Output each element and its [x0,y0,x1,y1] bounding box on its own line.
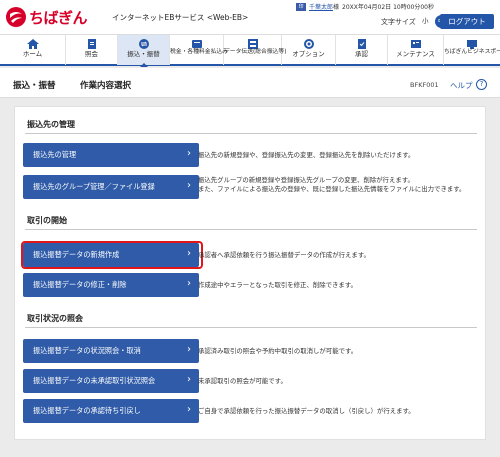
button-label: 振込先の管理 [33,150,77,159]
payee-group-desc: 振込先グループの新規登録や登録振込先グループの変更、削除が行えます。 [198,176,414,184]
data-icon [247,39,258,49]
pending-approval-withdraw-button[interactable]: 振込振替データの承認待ち引戻し › [23,399,199,423]
logo-mark-icon [5,6,27,28]
nav-item-tax[interactable]: 税金・各種料金払込み [170,35,228,65]
main-panel: 振込先の管理 振込先の管理 › 振込先の新規登録や、登録振込先の変更、登録振込先… [14,106,486,440]
nav-item-portal[interactable]: ちばぎんビジネスポータル [444,35,500,65]
user-info: 印 千葉太郎 様 20XX年04月02日 10時00分00秒 [296,2,434,11]
status-inquiry-cancel-button[interactable]: 振込振替データの状況照会・取消 › [23,339,199,363]
font-size-label: 文字サイズ [381,17,416,26]
chevron-right-icon: › [187,278,191,289]
page-title: 振込・振替 [13,81,56,91]
transfer-icon [138,39,149,49]
nav-item-data-transfer[interactable]: データ伝送(総合振込等) [224,35,287,65]
button-label: 振込振替データの新規作成 [33,250,120,259]
unapproved-inquiry-desc: 未承認取引の照会が可能です。 [198,377,287,385]
last-login: 20XX年04月02日 10時00分00秒 [342,4,434,11]
new-transfer-data-desc: 承認者へ承認依頼を行う振込振替データの作成が行えます。 [198,251,370,259]
nav-label: 税金・各種料金払込み [170,49,228,55]
payee-group-desc-2: また、ファイルによる振込先の登録や、既に登録した振込先情報をファイルに出力できま… [198,185,466,193]
nav-label: データ伝送(総合振込等) [224,49,287,55]
divider [25,133,477,134]
payee-management-button[interactable]: 振込先の管理 › [23,143,199,167]
logo-text: ちばぎん [29,8,88,27]
pending-approval-desc: ご自身で承認依頼を行った振込振替データの取消し（引戻し）が行えます。 [198,407,415,415]
option-icon [303,39,314,49]
nav-label: ホーム [22,50,43,58]
logout-button[interactable]: ログアウト [440,14,494,29]
user-name-link[interactable]: 千葉太郎 [309,2,333,11]
nav-item-maintenance[interactable]: メンテナンス [388,35,444,65]
font-size-small-button[interactable]: 小 [419,15,432,28]
nav-label: 承認 [355,50,368,58]
chevron-right-icon: › [187,374,191,385]
chevron-right-icon: › [187,404,191,415]
chevron-right-icon: › [187,148,191,159]
nav-label: メンテナンス [396,50,435,58]
button-label: 振込振替データの承認待ち引戻し [33,406,141,415]
document-icon [87,39,96,49]
status-inquiry-desc: 承認済み取引の照会や予約中取引の取消しが可能です。 [198,347,358,355]
button-label: 振込振替データの修正・削除 [33,280,127,289]
divider [25,327,477,328]
service-name: インターネットEBサービス <Web-EB> [112,13,249,22]
payee-group-file-button[interactable]: 振込先のグループ管理／ファイル登録 › [23,175,199,199]
nav-item-option[interactable]: オプション [282,35,336,65]
unapproved-inquiry-button[interactable]: 振込振替データの未承認取引状況照会 › [23,369,199,393]
nav-item-transfer[interactable]: 振込・振替 [118,35,170,65]
help-icon[interactable]: ? [476,79,487,90]
global-nav: ホーム 照会 振込・振替 税金・各種料金払込み データ伝送(総合振込等) オプシ… [0,34,500,66]
help-link[interactable]: ヘルプ [450,80,473,91]
user-suffix: 様 [333,4,340,11]
app-header: ちばぎん インターネットEBサービス <Web-EB> 印 千葉太郎 様 20X… [0,0,500,34]
screen-id: BFKF001 [410,81,439,89]
chevron-right-icon: › [187,180,191,191]
section-heading-payee: 振込先の管理 [27,120,75,129]
approval-icon [357,39,366,49]
nav-item-home[interactable]: ホーム [0,35,66,65]
edit-delete-transfer-data-button[interactable]: 振込振替データの修正・削除 › [23,273,199,297]
nav-label: ちばぎんビジネスポータル [444,49,500,55]
page-title-bar: 振込・振替 作業内容選択 BFKF001 ヘルプ ? [0,68,500,98]
button-label: 振込振替データの状況照会・取消 [33,346,141,355]
new-transfer-data-button[interactable]: 振込振替データの新規作成 › [23,243,199,267]
nav-item-approval[interactable]: 承認 [336,35,388,65]
chevron-right-icon: › [187,248,191,259]
payee-management-desc: 振込先の新規登録や、登録振込先の変更、登録振込先を削除いただけます。 [198,151,415,159]
nav-label: 振込・振替 [127,50,160,58]
user-seal-icon: 印 [296,2,306,11]
button-label: 振込先のグループ管理／ファイル登録 [33,182,155,191]
portal-icon [467,40,477,49]
maintenance-icon [410,40,421,48]
section-heading-status: 取引状況の照会 [27,314,83,323]
divider [25,229,477,230]
tax-icon [191,40,202,48]
page-subtitle: 作業内容選択 [80,81,132,91]
nav-item-inquiry[interactable]: 照会 [66,35,118,65]
edit-delete-desc: 作成途中やエラーとなった取引を修正、削除できます。 [198,281,357,289]
home-icon [26,39,39,49]
button-label: 振込振替データの未承認取引状況照会 [33,376,156,385]
section-heading-start: 取引の開始 [27,216,67,225]
nav-label: 照会 [85,50,98,58]
chevron-right-icon: › [187,344,191,355]
nav-label: オプション [292,50,325,58]
logo[interactable]: ちばぎん [5,6,88,28]
